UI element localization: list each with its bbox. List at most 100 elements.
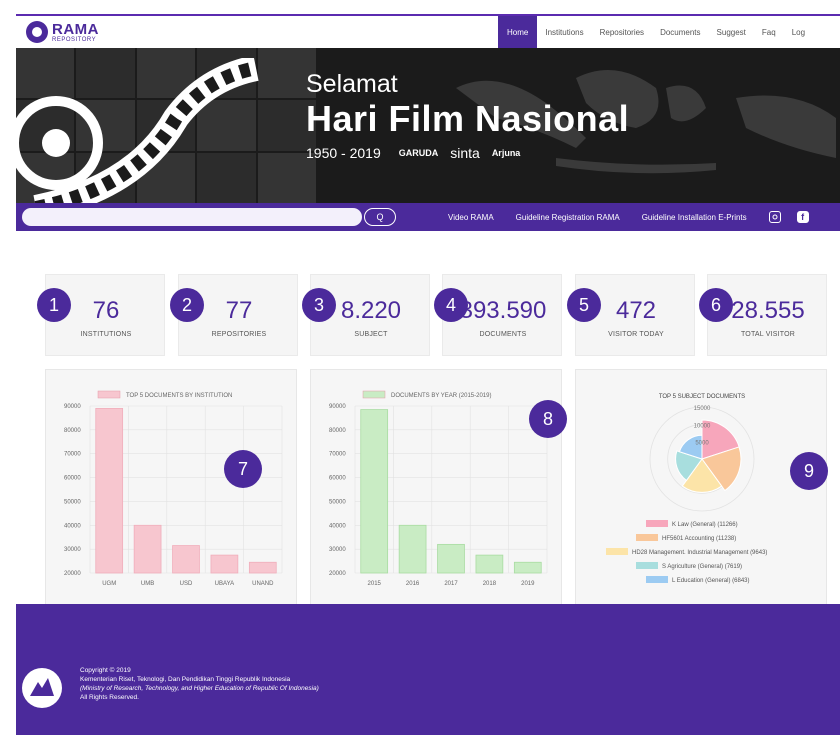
search-bar: Q Video RAMA Guideline Registration RAMA…	[16, 203, 840, 231]
pie-chart-subject: TOP 5 SUBJECT DOCUMENTS 15000 10000 5000 K L…	[606, 394, 767, 584]
instagram-icon[interactable]	[768, 211, 781, 223]
bar	[210, 554, 239, 574]
hero-greeting: Selamat	[306, 70, 398, 98]
facebook-icon[interactable]: f	[796, 211, 809, 223]
legend-swatch	[97, 390, 121, 399]
legend-swatch	[362, 390, 386, 399]
nav-home[interactable]: Home	[498, 16, 538, 48]
stat-label: TOTAL VISITOR	[740, 331, 796, 338]
radial-tick-label: 10000	[694, 423, 711, 429]
legend-label: S Agriculture (General) (7619)	[662, 564, 742, 570]
ministry-logo	[22, 668, 62, 708]
y-tick-label: 70000	[329, 452, 346, 458]
stat-label: SUBJECT	[354, 331, 388, 338]
y-tick-label: 90000	[64, 404, 81, 410]
garuda-logo: GARUDA	[398, 147, 439, 158]
rama-logo[interactable]: RAMA REPOSITORY	[26, 21, 99, 43]
hero-banner: Selamat Hari Film Nasional 1950 - 2019 G…	[16, 48, 840, 203]
callout-badge: 8	[529, 400, 567, 438]
nav-login[interactable]: Log	[784, 16, 813, 48]
search-input[interactable]	[22, 208, 362, 226]
stat-value: 76	[92, 297, 120, 324]
stat-label: DOCUMENTS	[479, 331, 527, 338]
y-tick-label: 80000	[64, 428, 81, 434]
bar	[95, 407, 124, 574]
legend-swatch	[636, 534, 658, 541]
y-tick-label: 20000	[64, 571, 81, 577]
film-reel-graphic	[16, 58, 259, 203]
callout-badge: 7	[224, 450, 262, 488]
y-tick-label: 70000	[64, 452, 81, 458]
nav-faq[interactable]: Faq	[754, 16, 784, 48]
nav-documents[interactable]: Documents	[652, 16, 708, 48]
x-tick-label: 2018	[483, 581, 497, 587]
bar	[172, 545, 200, 574]
top-navbar: RAMA REPOSITORY Home Institutions Reposi…	[16, 14, 840, 48]
nav-institutions[interactable]: Institutions	[537, 16, 591, 48]
footer-copyright: Copyright © 2019 Kementerian Riset, Tekn…	[80, 666, 319, 702]
x-tick-label: UNAND	[252, 581, 274, 587]
rama-logo-icon	[26, 21, 48, 43]
sinta-logo: sinta	[450, 144, 480, 161]
legend-swatch	[606, 548, 628, 555]
search-icon: Q	[376, 212, 384, 222]
y-tick-label: 40000	[329, 523, 346, 529]
radial-tick-label: 5000	[695, 441, 709, 447]
y-tick-label: 30000	[64, 547, 81, 553]
x-tick-label: UBAYA	[215, 581, 234, 587]
link-guideline-registration[interactable]: Guideline Registration RAMA	[516, 213, 620, 222]
legend-label: L Education (General) (6843)	[672, 578, 750, 584]
link-video-rama[interactable]: Video RAMA	[448, 213, 494, 222]
legend-label: DOCUMENTS BY YEAR (2015-2019)	[391, 393, 491, 399]
hero-text: Selamat Hari Film Nasional 1950 - 2019 G…	[306, 70, 629, 161]
stat-card-institutions: 1 76 INSTITUTIONS	[37, 274, 165, 356]
stat-label: INSTITUTIONS	[80, 331, 132, 338]
callout-badge: 9	[790, 452, 828, 490]
y-tick-label: 60000	[64, 476, 81, 482]
y-tick-label: 20000	[329, 571, 346, 577]
y-tick-label: 80000	[329, 428, 346, 434]
legend-label: HF5601 Accounting (11238)	[662, 536, 736, 542]
x-tick-label: UGM	[102, 581, 116, 587]
search-bar-links: Video RAMA Guideline Registration RAMA G…	[448, 203, 825, 231]
brand-name: RAMA	[52, 20, 99, 38]
y-tick-label: 90000	[329, 404, 346, 410]
bar	[513, 561, 542, 574]
stat-card-subject: 3 8.220 SUBJECT	[302, 274, 430, 356]
stat-value: 472	[615, 297, 657, 324]
x-tick-label: 2015	[368, 581, 382, 587]
legend-label: K Law (General) (11266)	[672, 522, 738, 528]
stat-label: VISITOR TODAY	[608, 331, 664, 338]
chart-card-year: DOCUMENTS BY YEAR (2015-2019) 90000 80000 7…	[310, 369, 567, 621]
radial-tick-label: 15000	[694, 406, 711, 412]
rights-reserved: All Rights Reserved.	[80, 694, 139, 701]
stat-card-repositories: 2 77 REPOSITORIES	[170, 274, 298, 356]
legend-swatch	[646, 576, 668, 583]
x-tick-label: 2019	[521, 581, 535, 587]
bar	[475, 554, 504, 574]
stat-card-total-visitor: 6 28.555 TOTAL VISITOR	[699, 274, 827, 356]
nav-menu: Home Institutions Repositories Documents…	[498, 16, 813, 48]
legend-label: HD28 Management. Industrial Management (…	[632, 550, 767, 556]
y-tick-label: 60000	[329, 476, 346, 482]
stat-card-documents: 4 393.590 DOCUMENTS	[434, 274, 562, 356]
brand-subtitle: REPOSITORY	[52, 36, 97, 43]
bar	[398, 524, 427, 574]
nav-suggest[interactable]: Suggest	[709, 16, 754, 48]
stat-label: REPOSITORIES	[211, 331, 267, 338]
y-tick-label: 40000	[64, 523, 81, 529]
bar	[360, 409, 389, 574]
bar	[437, 543, 465, 574]
link-guideline-installation[interactable]: Guideline Installation E-Prints	[642, 213, 747, 222]
arjuna-logo: Arjuna	[491, 147, 521, 158]
y-tick-label: 50000	[329, 499, 346, 505]
bar	[248, 561, 277, 574]
bar-chart-year: DOCUMENTS BY YEAR (2015-2019) 90000 80000 7…	[329, 390, 548, 587]
bar	[133, 524, 162, 574]
legend-swatch	[646, 520, 668, 527]
ministry-name-english: (Ministry of Research, Technology, and H…	[80, 685, 319, 692]
stat-value: 77	[225, 297, 253, 324]
search-button[interactable]: Q	[364, 208, 396, 226]
chart-card-subject: TOP 5 SUBJECT DOCUMENTS 15000 10000 5000 K L…	[575, 369, 828, 621]
nav-repositories[interactable]: Repositories	[592, 16, 652, 48]
